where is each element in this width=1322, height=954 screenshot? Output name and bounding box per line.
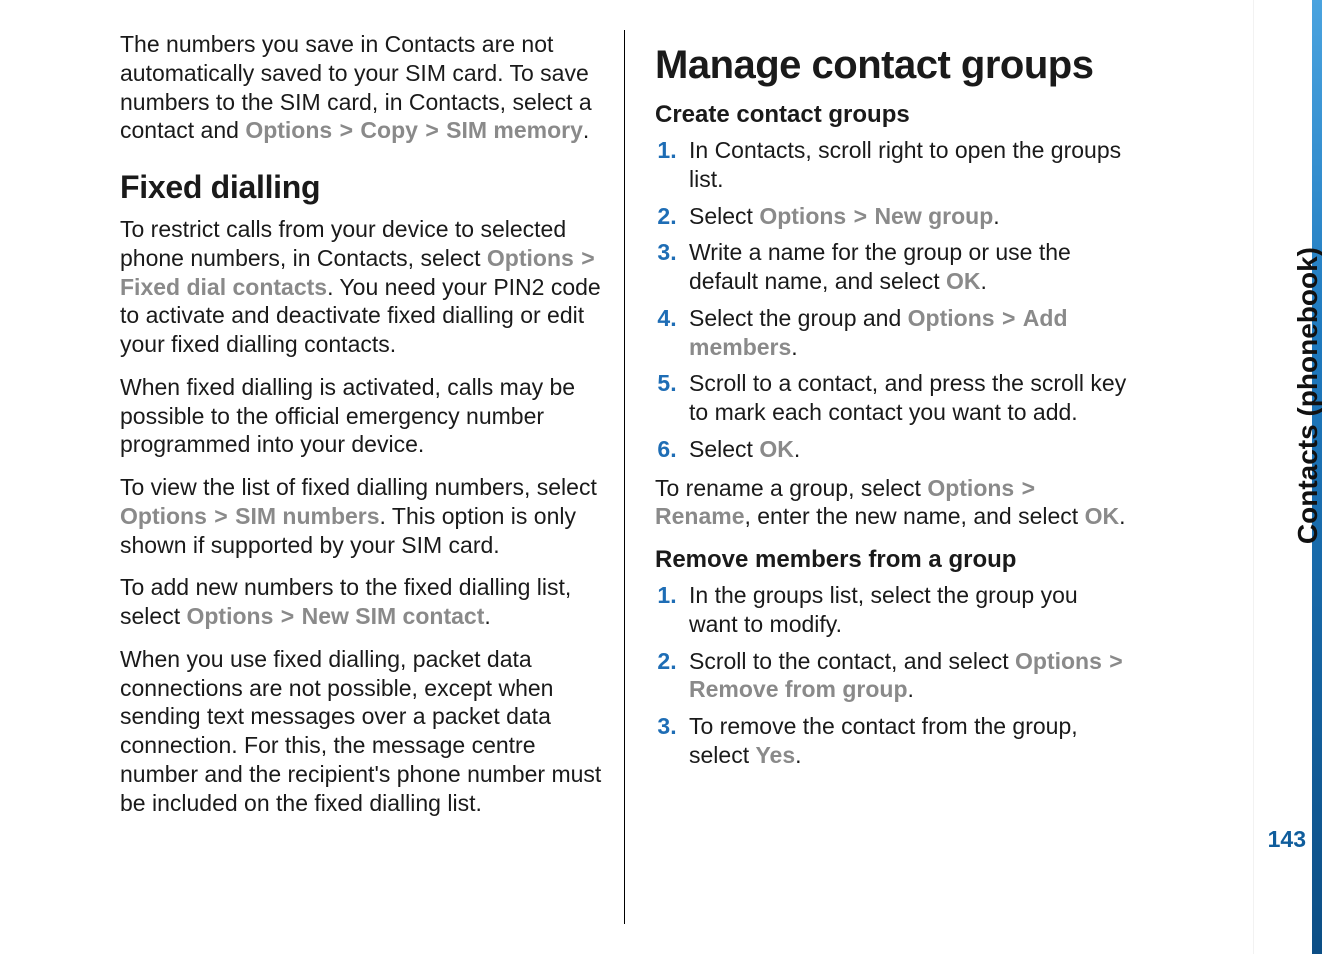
text: To rename a group, select bbox=[655, 475, 927, 501]
paragraph: When you use fixed dialling, packet data… bbox=[120, 645, 604, 818]
left-column: The numbers you save in Contacts are not… bbox=[100, 30, 625, 924]
list-item: Scroll to a contact, and press the scrol… bbox=[683, 369, 1130, 427]
yes-command: Yes bbox=[755, 742, 795, 768]
list-item: Select the group and Options > Add membe… bbox=[683, 304, 1130, 362]
text: Write a name for the group or use the de… bbox=[689, 239, 1071, 294]
text: To view the list of fixed dialling numbe… bbox=[120, 474, 597, 500]
list-item: In Contacts, scroll right to open the gr… bbox=[683, 136, 1130, 194]
text: . bbox=[1119, 503, 1125, 529]
rename-command: Rename bbox=[655, 503, 744, 529]
text: . bbox=[908, 676, 914, 702]
text: . bbox=[791, 334, 797, 360]
chevron-right-icon: > bbox=[1108, 648, 1123, 674]
heading-create-groups: Create contact groups bbox=[655, 100, 1130, 130]
options-command: Options bbox=[120, 503, 207, 529]
side-tab: Contacts (phonebook) 143 bbox=[1253, 0, 1322, 954]
chevron-right-icon: > bbox=[1021, 475, 1036, 501]
new-group-command: New group bbox=[874, 203, 993, 229]
list-item: To remove the contact from the group, se… bbox=[683, 712, 1130, 770]
chevron-right-icon: > bbox=[853, 203, 868, 229]
options-command: Options bbox=[759, 203, 846, 229]
heading-fixed-dialling: Fixed dialling bbox=[120, 167, 604, 207]
chevron-right-icon: > bbox=[280, 603, 295, 629]
page-number: 143 bbox=[1268, 825, 1306, 854]
text: . bbox=[795, 742, 801, 768]
heading-manage-groups: Manage contact groups bbox=[655, 40, 1130, 90]
text: . bbox=[981, 268, 987, 294]
remove-from-group-command: Remove from group bbox=[689, 676, 908, 702]
list-item: Select Options > New group. bbox=[683, 202, 1130, 231]
intro-paragraph: The numbers you save in Contacts are not… bbox=[120, 30, 604, 145]
chevron-right-icon: > bbox=[1001, 305, 1016, 331]
options-command: Options bbox=[908, 305, 995, 331]
chevron-right-icon: > bbox=[424, 117, 439, 143]
list-item: Select OK. bbox=[683, 435, 1130, 464]
text: . bbox=[794, 436, 800, 462]
list-item: Write a name for the group or use the de… bbox=[683, 238, 1130, 296]
paragraph: To restrict calls from your device to se… bbox=[120, 215, 604, 359]
ok-command: OK bbox=[759, 436, 794, 462]
text: Scroll to the contact, and select bbox=[689, 648, 1015, 674]
text: , enter the new name, and select bbox=[744, 503, 1084, 529]
two-column-layout: The numbers you save in Contacts are not… bbox=[0, 0, 1322, 954]
text: To remove the contact from the group, se… bbox=[689, 713, 1078, 768]
remove-members-steps: In the groups list, select the group you… bbox=[655, 581, 1130, 770]
heading-remove-members: Remove members from a group bbox=[655, 545, 1130, 575]
paragraph: To view the list of fixed dialling numbe… bbox=[120, 473, 604, 559]
ok-command: OK bbox=[946, 268, 981, 294]
chevron-right-icon: > bbox=[580, 245, 595, 271]
paragraph: When fixed dialling is activated, calls … bbox=[120, 373, 604, 459]
page: The numbers you save in Contacts are not… bbox=[0, 0, 1322, 954]
fixed-dial-contacts-command: Fixed dial contacts bbox=[120, 274, 327, 300]
right-column: Manage contact groups Create contact gro… bbox=[625, 30, 1150, 924]
options-command: Options bbox=[245, 117, 332, 143]
options-command: Options bbox=[487, 245, 574, 271]
chevron-right-icon: > bbox=[339, 117, 354, 143]
text: . bbox=[484, 603, 490, 629]
copy-command: Copy bbox=[360, 117, 418, 143]
list-item: In the groups list, select the group you… bbox=[683, 581, 1130, 639]
options-command: Options bbox=[927, 475, 1014, 501]
paragraph: To rename a group, select Options > Rena… bbox=[655, 474, 1130, 532]
text: Select the group and bbox=[689, 305, 908, 331]
list-item: Scroll to the contact, and select Option… bbox=[683, 647, 1130, 705]
ok-command: OK bbox=[1085, 503, 1120, 529]
create-groups-steps: In Contacts, scroll right to open the gr… bbox=[655, 136, 1130, 464]
sim-memory-command: SIM memory bbox=[446, 117, 583, 143]
paragraph: To add new numbers to the fixed dialling… bbox=[120, 573, 604, 631]
chevron-right-icon: > bbox=[213, 503, 228, 529]
options-command: Options bbox=[186, 603, 273, 629]
new-sim-contact-command: New SIM contact bbox=[302, 603, 485, 629]
text: . bbox=[993, 203, 999, 229]
chapter-title: Contacts (phonebook) bbox=[1290, 247, 1322, 544]
options-command: Options bbox=[1015, 648, 1102, 674]
text: Select bbox=[689, 203, 759, 229]
text: Select bbox=[689, 436, 759, 462]
text: . bbox=[583, 117, 589, 143]
sim-numbers-command: SIM numbers bbox=[235, 503, 379, 529]
